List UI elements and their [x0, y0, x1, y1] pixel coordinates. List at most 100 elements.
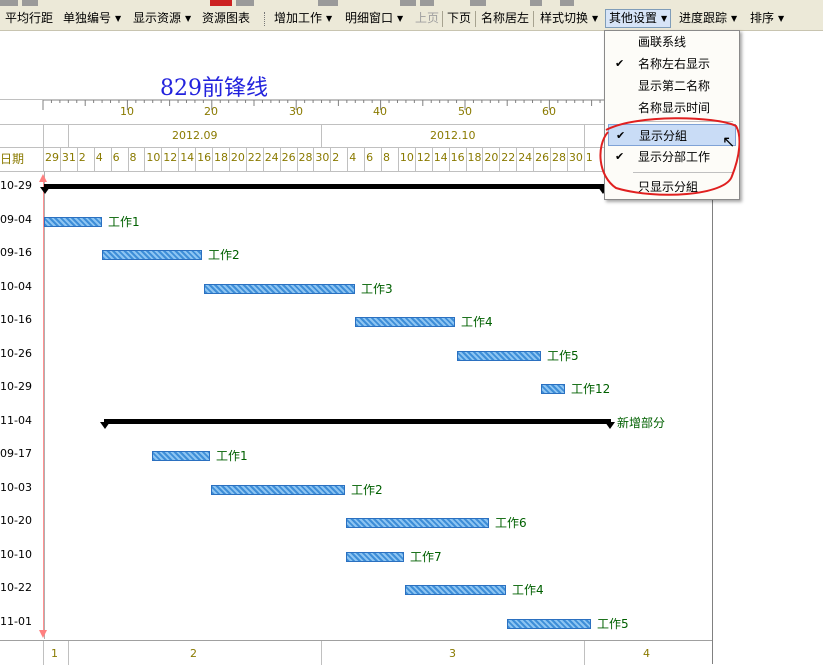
- task-bar[interactable]: [507, 618, 591, 629]
- bottom-number: 4: [643, 647, 650, 660]
- current-date-line[interactable]: [43, 176, 44, 636]
- day-divider: [482, 147, 484, 171]
- row-date: 10-16: [0, 313, 32, 326]
- day-divider: [330, 147, 332, 171]
- row-date: 10-26: [0, 346, 32, 360]
- toolbar-avg-spacing-button[interactable]: 平均行距: [2, 10, 56, 27]
- task-bar[interactable]: [211, 484, 345, 495]
- toolbar-style-switch-dropdown[interactable]: 样式切换 ▼: [537, 10, 601, 27]
- task-bar[interactable]: [355, 317, 455, 327]
- day-label: 31: [61, 151, 76, 164]
- summary-bar[interactable]: [40, 184, 608, 194]
- checkmark-icon: ✔: [615, 150, 625, 163]
- row-date: 10-03: [0, 480, 32, 494]
- toolbar-grip[interactable]: [264, 12, 267, 26]
- ruler-label: 50: [458, 105, 472, 118]
- toolbar-sort-dropdown[interactable]: 排序 ▼: [747, 10, 787, 27]
- day-label: 10: [399, 151, 414, 164]
- row-date: 10-20: [0, 514, 32, 527]
- day-label: 14: [433, 151, 448, 164]
- chart-title: 829前锋线: [160, 76, 268, 101]
- toolbar-add-task-dropdown[interactable]: 增加工作 ▼: [271, 10, 335, 27]
- day-divider: [583, 147, 585, 171]
- task-bar[interactable]: [346, 551, 404, 562]
- day-label: 12: [163, 151, 178, 164]
- current-date-marker-top[interactable]: [39, 174, 47, 182]
- day-label: 2: [332, 151, 340, 164]
- bar-label: 工作7: [410, 549, 442, 564]
- day-divider: [212, 147, 213, 171]
- date-column: 10-29 09-04 09-16 10-04 10-16 10-26 10-29 11-04…: [0, 171, 45, 639]
- day-label: 30: [568, 151, 583, 164]
- toolbar-progress-tracking-dropdown[interactable]: 进度跟踪 ▼: [676, 10, 740, 27]
- day-label: 14: [180, 151, 195, 164]
- row-date: 09-17: [0, 447, 32, 460]
- menu-item-draw-link-lines[interactable]: 画联系线: [605, 31, 739, 53]
- menu-separator: [633, 172, 733, 173]
- checkmark-icon: ✔: [615, 57, 625, 70]
- ruler-label: 60: [542, 105, 556, 118]
- bar-label: 工作5: [597, 616, 629, 631]
- row-date: 09-16: [0, 246, 32, 259]
- task-bar[interactable]: [44, 216, 102, 227]
- bar-label: 工作6: [495, 516, 527, 530]
- day-label: 26: [281, 151, 296, 164]
- task-bar[interactable]: [102, 250, 202, 260]
- day-divider: [397, 147, 399, 171]
- day-divider: [144, 147, 146, 171]
- menu-item-name-left-right[interactable]: ✔ 名称左右显示: [605, 53, 739, 75]
- day-divider: [76, 147, 78, 171]
- row-date: 09-04: [0, 212, 32, 226]
- menu-item-show-second-name[interactable]: 显示第二名称: [605, 75, 739, 97]
- day-label: 28: [552, 151, 566, 164]
- day-label: 6: [366, 151, 374, 164]
- menu-item-show-groups[interactable]: ✔ 显示分組: [608, 124, 736, 146]
- menu-item-show-sub-tasks[interactable]: ✔ 显示分部工作: [605, 146, 739, 168]
- day-divider: [313, 147, 315, 171]
- day-divider: [499, 147, 501, 171]
- toolbar-next-page-button[interactable]: 下页: [444, 10, 474, 27]
- bar-label: 工作2: [208, 248, 240, 262]
- menu-item-name-show-time[interactable]: 名称显示时间: [605, 97, 739, 119]
- toolbar-detail-window-dropdown[interactable]: 明细窗口 ▼: [342, 10, 406, 27]
- summary-bar[interactable]: [100, 418, 615, 429]
- task-bar[interactable]: [541, 384, 565, 394]
- task-bar[interactable]: [346, 518, 489, 528]
- toolbar-show-resources-dropdown[interactable]: 显示资源 ▼: [130, 10, 194, 27]
- day-divider: [228, 147, 230, 171]
- row-date: 10-29: [0, 380, 32, 393]
- day-divider: [364, 147, 366, 171]
- toolbar-other-settings-dropdown[interactable]: 其他设置 ▼: [605, 9, 672, 28]
- row-date: 11-01: [0, 614, 32, 628]
- day-label: 2: [78, 151, 86, 164]
- task-bar[interactable]: [204, 283, 355, 294]
- checkmark-icon: ✔: [616, 129, 626, 142]
- toolbar-separate-numbering-dropdown[interactable]: 单独编号 ▼: [60, 10, 124, 27]
- day-label: 16: [450, 151, 465, 164]
- month-label: 2012.10: [430, 129, 476, 142]
- day-divider: [110, 147, 112, 171]
- current-date-marker-bottom[interactable]: [39, 630, 47, 638]
- day-divider: [279, 147, 281, 171]
- toolbar-name-left-button[interactable]: 名称居左: [478, 10, 532, 27]
- date-column-header: 日期: [0, 152, 25, 166]
- task-bar[interactable]: [152, 451, 210, 461]
- day-divider: [381, 147, 382, 171]
- toolbar-resource-chart-button[interactable]: 资源图表: [199, 10, 253, 27]
- ruler-label: 10: [120, 105, 134, 118]
- menu-item-only-show-groups[interactable]: 只显示分組: [605, 176, 739, 198]
- day-divider: [161, 147, 163, 171]
- toolbar-prev-page-button[interactable]: 上页: [412, 10, 442, 27]
- top-icon-strip: [0, 0, 823, 8]
- day-label: 22: [247, 151, 262, 164]
- row-date: 11-04: [0, 413, 32, 427]
- mouse-cursor-icon: ↖: [722, 132, 736, 151]
- day-label: 18: [214, 151, 228, 164]
- task-bar[interactable]: [405, 585, 506, 595]
- day-label: 4: [95, 151, 103, 164]
- task-bar[interactable]: [457, 350, 541, 361]
- day-divider: [127, 147, 129, 171]
- day-label: 1: [585, 151, 593, 164]
- bar-label: 新增部分: [617, 415, 666, 430]
- bar-label: 工作2: [351, 482, 383, 497]
